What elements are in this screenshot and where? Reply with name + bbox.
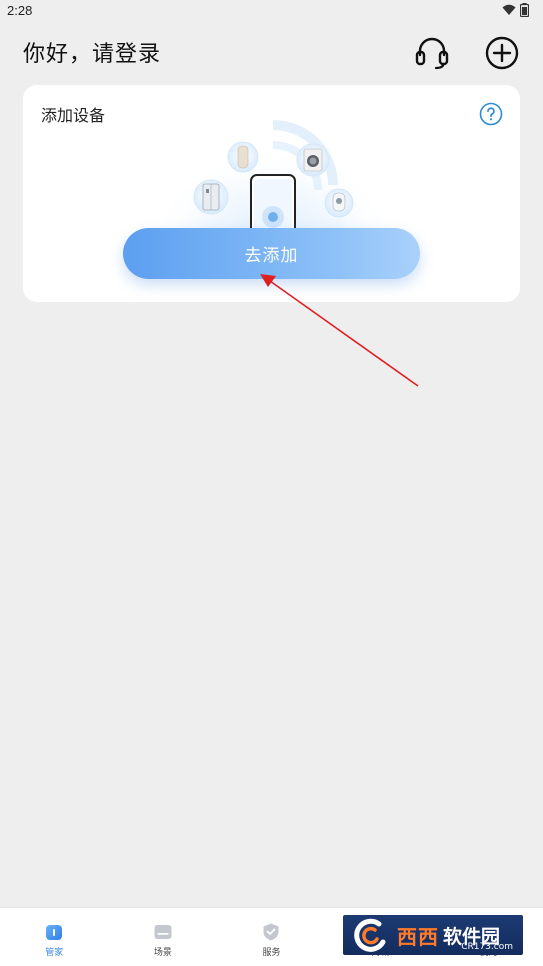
battery-icon <box>520 3 529 17</box>
nav-item-home[interactable]: 管家 <box>0 908 109 966</box>
status-time: 2:28 <box>7 3 33 18</box>
go-add-button[interactable]: 去添加 <box>123 228 420 279</box>
air-purifier-device <box>324 188 354 218</box>
watermark-brand-part1: 西西 <box>397 924 439 949</box>
watermark-logo: 西西 软件园 CR173.com <box>343 915 523 955</box>
status-bar: 2:28 <box>0 0 543 22</box>
refrigerator-device <box>193 179 229 215</box>
customer-service-button[interactable] <box>414 35 450 71</box>
nav-label-home: 管家 <box>45 948 64 958</box>
watermark-url: CR173.com <box>461 942 513 952</box>
washing-machine-device <box>296 143 330 177</box>
home-icon <box>46 925 63 940</box>
add-button[interactable] <box>484 35 520 71</box>
water-purifier-device <box>227 141 259 173</box>
status-icons <box>502 3 529 17</box>
service-shield-icon <box>263 923 279 941</box>
card-title: 添加设备 <box>41 106 106 125</box>
nav-label-service: 服务 <box>262 948 281 958</box>
question-circle-icon <box>479 102 503 126</box>
wifi-icon <box>502 4 516 15</box>
scene-icon <box>154 925 172 939</box>
help-button[interactable] <box>479 102 503 126</box>
nav-label-scene: 场景 <box>153 948 172 958</box>
nav-item-scene[interactable]: 场景 <box>109 908 218 966</box>
add-device-card: 添加设备 去添加 <box>23 85 520 302</box>
nav-item-service[interactable]: 服务 <box>217 908 326 966</box>
watermark-swirl-icon <box>354 918 386 952</box>
plus-circle-icon <box>485 36 519 70</box>
headset-icon <box>415 37 449 70</box>
page-title: 你好，请登录 <box>23 42 162 67</box>
